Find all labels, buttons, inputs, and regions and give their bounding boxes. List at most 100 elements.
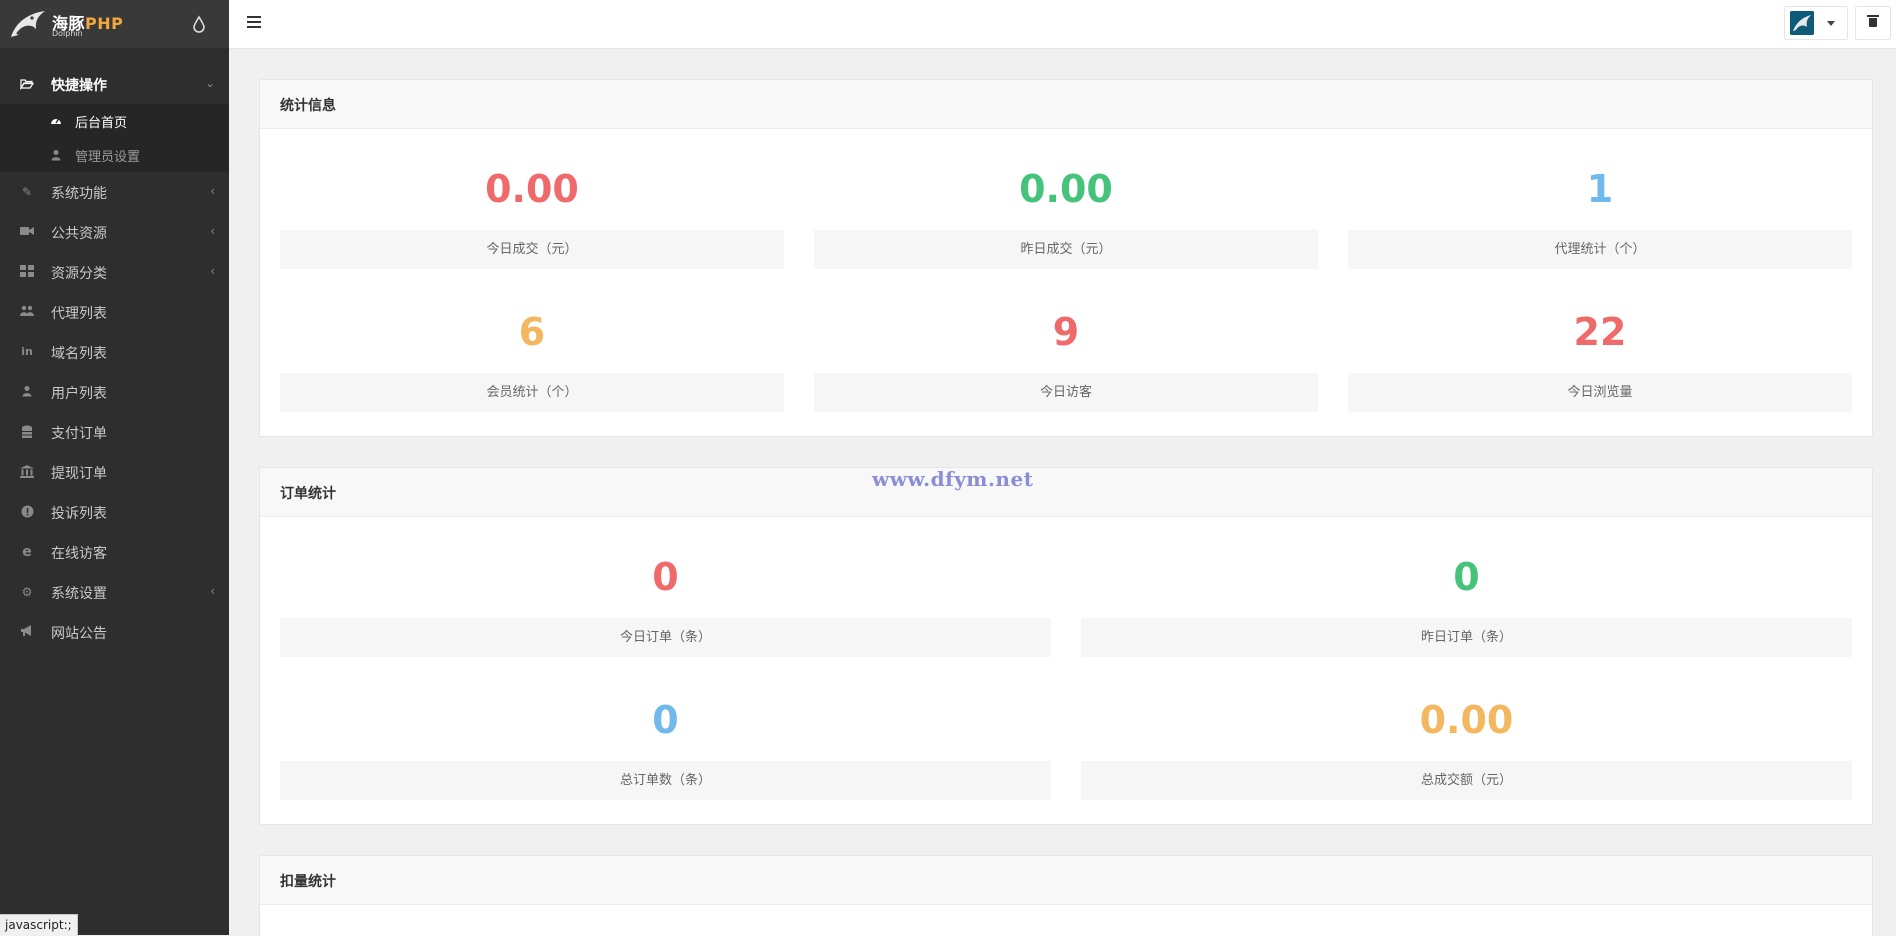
brand-bar: 海豚PHP Dolphin	[0, 0, 229, 48]
droplet-icon[interactable]	[192, 15, 206, 33]
sidebar-item-user-list[interactable]: 用户列表	[0, 372, 229, 412]
sidebar-item-label: 在线访客	[51, 546, 107, 562]
sidebar-item-label: 用户列表	[51, 386, 107, 402]
stat-label: 今日成交（元）	[280, 230, 784, 269]
chevron-left-icon: ‹	[210, 224, 215, 238]
sidebar-item-online-visitors[interactable]: e 在线访客	[0, 532, 229, 572]
stat-label: 今日订单（条）	[280, 618, 1051, 657]
user-menu-button[interactable]	[1784, 6, 1848, 40]
orders-panel-header: 订单统计	[260, 468, 1872, 517]
wrench-icon: ✎	[21, 185, 33, 199]
chevron-left-icon: ‹	[210, 184, 215, 198]
stat-value: 9	[1052, 310, 1080, 354]
caret-down-icon	[1827, 21, 1835, 26]
dashboard-icon	[50, 115, 62, 127]
stat-card-today-pageviews: 22 今日浏览量	[1348, 310, 1852, 412]
browser-status-tooltip: javascript:;	[0, 914, 78, 936]
deduct-panel-header: 扣量统计	[260, 856, 1872, 905]
stat-card-agent-count: 1 代理统计（个）	[1348, 167, 1852, 269]
sidebar-item-dashboard[interactable]: 后台首页	[0, 104, 229, 138]
stat-value: 0	[652, 698, 679, 742]
sidebar-item-admin-settings[interactable]: 管理员设置	[0, 138, 229, 172]
stat-card-today-turnover: 0.00 今日成交（元）	[280, 167, 784, 269]
sidebar-item-label: 支付订单	[51, 426, 107, 442]
orders-panel: 订单统计 0 今日订单（条） 0 昨日订单（条） 0 总订单数（条） 0.00 …	[259, 467, 1873, 825]
sidebar-item-label: 代理列表	[51, 306, 107, 322]
stat-card-member-count: 6 会员统计（个）	[280, 310, 784, 412]
dolphin-logo-icon	[11, 11, 45, 37]
sidebar-item-label: 资源分类	[51, 266, 107, 282]
brand-name-php: PHP	[85, 14, 124, 33]
stat-label: 今日浏览量	[1348, 373, 1852, 412]
chevron-left-icon: ‹	[210, 584, 215, 598]
sidebar-group-quick-actions[interactable]: 快捷操作 ⌄	[0, 64, 229, 104]
user-icon	[20, 385, 34, 399]
trash-icon	[1867, 15, 1879, 17]
sidebar-group-label: 快捷操作	[51, 78, 107, 94]
folder-open-icon	[19, 77, 35, 91]
sidebar-item-payment-orders[interactable]: 支付订单	[0, 412, 229, 452]
stat-card-today-orders: 0 今日订单（条）	[280, 555, 1051, 657]
bullhorn-icon	[20, 625, 34, 639]
sidebar-item-complaint-list[interactable]: 投诉列表	[0, 492, 229, 532]
sidebar-item-label: 域名列表	[51, 346, 107, 362]
exclamation-circle-icon	[20, 505, 34, 519]
grid-icon	[20, 265, 34, 279]
stat-card-today-visitors: 9 今日访客	[814, 310, 1318, 412]
sidebar-item-domain-list[interactable]: in 域名列表	[0, 332, 229, 372]
sidebar-nav: 快捷操作 ⌄ 后台首页 管理员设置 ✎ 系统功能 ‹ 公共资源 ‹ 资源分类 ‹…	[0, 64, 229, 652]
panel-title: 扣量统计	[280, 874, 336, 890]
stat-value: 0	[1453, 555, 1480, 599]
stat-card-yesterday-orders: 0 昨日订单（条）	[1081, 555, 1852, 657]
edge-icon: e	[22, 544, 32, 560]
panel-title: 订单统计	[280, 486, 336, 502]
sidebar-item-label: 系统设置	[51, 586, 107, 602]
sidebar-item-label: 管理员设置	[75, 150, 141, 165]
top-header	[229, 0, 1896, 49]
sidebar: 海豚PHP Dolphin 快捷操作 ⌄ 后台首页 管理员设置 ✎ 系统功能 ‹…	[0, 0, 229, 936]
panel-title: 统计信息	[280, 98, 336, 114]
sidebar-item-agent-list[interactable]: 代理列表	[0, 292, 229, 332]
stat-label: 昨日成交（元）	[814, 230, 1318, 269]
sidebar-item-site-announcements[interactable]: 网站公告	[0, 612, 229, 652]
users-icon	[20, 305, 34, 319]
stat-value: 0.00	[1419, 698, 1514, 742]
stat-label: 总订单数（条）	[280, 761, 1051, 800]
stat-card-yesterday-turnover: 0.00 昨日成交（元）	[814, 167, 1318, 269]
clear-cache-button[interactable]	[1855, 6, 1891, 40]
chevron-left-icon: ‹	[210, 264, 215, 278]
stat-label: 昨日订单（条）	[1081, 618, 1852, 657]
sidebar-item-label: 网站公告	[51, 626, 107, 642]
menu-toggle-icon[interactable]	[247, 16, 261, 28]
stat-value: 6	[518, 310, 546, 354]
stat-card-total-turnover: 0.00 总成交额（元）	[1081, 698, 1852, 800]
gear-icon: ⚙	[21, 585, 33, 599]
sidebar-item-public-resources[interactable]: 公共资源 ‹	[0, 212, 229, 252]
sidebar-item-label: 公共资源	[51, 226, 107, 242]
stat-label: 总成交额（元）	[1081, 761, 1852, 800]
stat-value: 0.00	[485, 167, 579, 211]
sidebar-item-label: 投诉列表	[51, 506, 107, 522]
stat-value: 1	[1586, 167, 1614, 211]
sidebar-item-withdraw-orders[interactable]: 提现订单	[0, 452, 229, 492]
sidebar-item-label: 后台首页	[75, 116, 128, 131]
stats-panel: 统计信息 0.00 今日成交（元） 0.00 昨日成交（元） 1 代理统计（个）…	[259, 79, 1873, 437]
stat-value: 22	[1573, 310, 1627, 354]
deduct-panel: 扣量统计	[259, 855, 1873, 936]
sidebar-item-label: 提现订单	[51, 466, 107, 482]
watermark-text: www.dfym.net	[872, 467, 1034, 491]
stat-card-total-orders: 0 总订单数（条）	[280, 698, 1051, 800]
sidebar-item-label: 系统功能	[51, 186, 107, 202]
sidebar-item-system-settings[interactable]: ⚙ 系统设置 ‹	[0, 572, 229, 612]
brand-subtitle: Dolphin	[52, 29, 83, 38]
stat-label: 今日访客	[814, 373, 1318, 412]
sidebar-item-resource-categories[interactable]: 资源分类 ‹	[0, 252, 229, 292]
chevron-down-icon: ⌄	[204, 76, 215, 90]
stat-label: 会员统计（个）	[280, 373, 784, 412]
database-icon	[20, 425, 34, 439]
sidebar-submenu: 后台首页 管理员设置	[0, 104, 229, 172]
sidebar-item-system-functions[interactable]: ✎ 系统功能 ‹	[0, 172, 229, 212]
video-camera-icon	[20, 225, 34, 239]
stats-panel-header: 统计信息	[260, 80, 1872, 129]
stat-value: 0	[652, 555, 679, 599]
